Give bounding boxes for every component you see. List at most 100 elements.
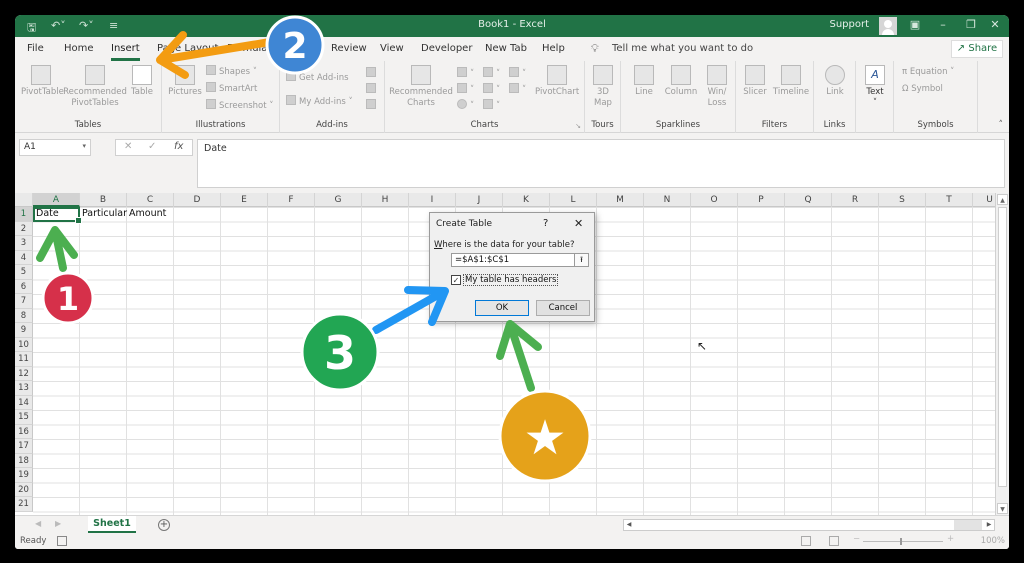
cell-c1[interactable]: Amount [127,207,166,221]
my-addins-button[interactable]: My Add-ins ˅ [286,95,353,107]
sheet-tab-sheet1[interactable]: Sheet1 [88,516,136,533]
avatar[interactable] [879,17,897,35]
page-layout-view-icon[interactable] [829,536,839,546]
column-header-k[interactable]: K [503,193,550,207]
row-header-17[interactable]: 17 [15,439,33,454]
ribbon-display-icon[interactable]: ▣ [905,18,925,31]
column-header-l[interactable]: L [550,193,597,207]
row-header-9[interactable]: 9 [15,323,33,338]
statistic-chart-icon[interactable]: ˅ [483,83,500,95]
tell-me-search[interactable]: Tell me what you want to do [612,43,753,54]
column-header-a[interactable]: A [33,193,80,207]
user-name[interactable]: Support [829,19,869,30]
column-header-q[interactable]: Q [785,193,832,207]
scroll-left-icon[interactable]: ◀ [624,520,634,530]
sparkline-line-button[interactable]: Line [629,65,659,98]
waterfall-chart-icon[interactable]: ˅ [509,67,526,79]
scroll-up-icon[interactable]: ▲ [997,194,1008,205]
column-header-n[interactable]: N [644,193,691,207]
zoom-level[interactable]: 100% [981,536,1005,546]
timeline-button[interactable]: Timeline [772,65,810,98]
row-header-15[interactable]: 15 [15,410,33,425]
recommended-charts-button[interactable]: Recommended Charts [389,65,453,109]
column-header-b[interactable]: B [80,193,127,207]
smartart-button[interactable]: SmartArt [206,82,257,94]
row-header-11[interactable]: 11 [15,352,33,367]
equation-button[interactable]: π Equation ˅ [902,67,954,77]
slicer-button[interactable]: Slicer [740,65,770,98]
column-header-e[interactable]: E [221,193,268,207]
tab-home[interactable]: Home [64,43,94,54]
tab-file[interactable]: File [27,43,44,54]
tab-new-tab[interactable]: New Tab [485,43,527,54]
scroll-down-icon[interactable]: ▼ [997,503,1008,514]
sparkline-column-button[interactable]: Column [663,65,699,98]
screenshot-button[interactable]: Screenshot ˅ [206,99,274,111]
tab-formulas[interactable]: Formulas [227,43,273,54]
add-sheet-icon[interactable]: + [158,519,170,531]
column-header-r[interactable]: R [832,193,879,207]
minimize-icon[interactable]: – [933,18,953,31]
headers-checkbox[interactable]: ✓ [451,275,461,285]
cancel-button[interactable]: Cancel [536,300,590,316]
zoom-slider-thumb[interactable] [900,538,902,545]
row-header-2[interactable]: 2 [15,221,33,236]
enter-icon[interactable]: ✓ [148,141,156,152]
close-icon[interactable]: ✕ [574,217,583,230]
row-header-5[interactable]: 5 [15,265,33,280]
line-chart-icon[interactable]: ˅ [457,83,474,95]
get-addins-button[interactable]: Get Add-ins [286,71,349,83]
tab-review[interactable]: Review [331,43,367,54]
row-header-14[interactable]: 14 [15,395,33,410]
column-header-h[interactable]: H [362,193,409,207]
row-header-20[interactable]: 20 [15,482,33,497]
normal-view-icon[interactable] [801,536,811,546]
shapes-button[interactable]: Shapes ˅ [206,65,257,77]
pie-chart-icon[interactable]: ˅ [457,99,474,111]
zoom-slider[interactable] [863,541,943,542]
tab-insert[interactable]: Insert [111,43,140,61]
column-header-c[interactable]: C [127,193,174,207]
column-header-t[interactable]: T [926,193,973,207]
horizontal-scrollbar[interactable]: ◀ ▶ [623,519,995,531]
row-header-12[interactable]: 12 [15,366,33,381]
close-icon[interactable]: ✕ [985,18,1005,31]
table-button[interactable]: Table [127,65,157,98]
help-icon[interactable]: ? [543,218,548,229]
prev-sheet-icon[interactable]: ◀ [35,519,41,528]
column-chart-icon[interactable]: ˅ [457,67,474,79]
row-header-8[interactable]: 8 [15,308,33,323]
ok-button[interactable]: OK [475,300,529,316]
scroll-right-icon[interactable]: ▶ [984,520,994,530]
row-header-18[interactable]: 18 [15,453,33,468]
row-header-1[interactable]: 1 [15,207,33,222]
select-all-corner[interactable] [15,193,33,207]
column-header-d[interactable]: D [174,193,221,207]
cell-b1[interactable]: Particular [80,207,127,221]
tab-help[interactable]: Help [542,43,565,54]
scatter-chart-icon[interactable]: ˅ [483,99,500,111]
column-header-g[interactable]: G [315,193,362,207]
formula-input[interactable]: Date [197,139,1005,188]
row-header-10[interactable]: 10 [15,337,33,352]
column-header-s[interactable]: S [879,193,926,207]
pivotchart-button[interactable]: PivotChart [535,65,579,98]
next-sheet-icon[interactable]: ▶ [55,519,61,528]
row-header-19[interactable]: 19 [15,468,33,483]
row-header-3[interactable]: 3 [15,236,33,251]
macro-record-icon[interactable] [57,536,67,546]
chevron-down-icon[interactable]: ▾ [82,142,86,150]
tab-data[interactable]: Data [283,43,307,54]
text-button[interactable]: A Text ˅ [860,65,890,109]
pictures-button[interactable]: Pictures [166,65,204,98]
tab-developer[interactable]: Developer [421,43,472,54]
headers-checkbox-label[interactable]: My table has headers [463,274,559,286]
cancel-icon[interactable]: ✕ [124,141,132,152]
column-header-o[interactable]: O [691,193,738,207]
row-header-13[interactable]: 13 [15,381,33,396]
name-box[interactable]: A1 ▾ [19,139,91,156]
row-header-7[interactable]: 7 [15,294,33,309]
bing-maps-icon[interactable] [366,83,379,95]
tab-page-layout[interactable]: Page Layout [157,43,218,54]
zoom-out-icon[interactable]: − [853,534,860,544]
